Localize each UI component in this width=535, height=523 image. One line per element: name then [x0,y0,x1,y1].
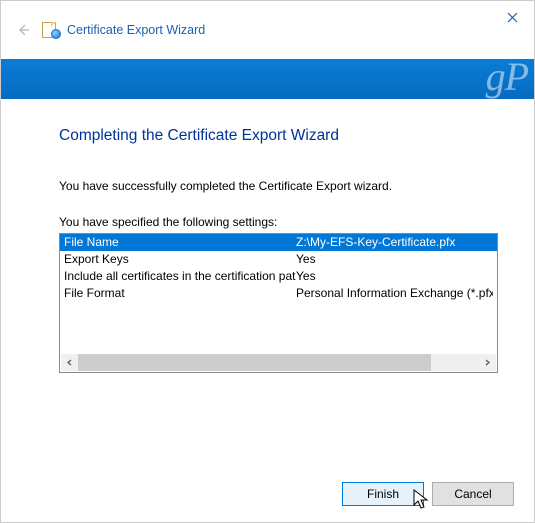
settings-key: File Name [64,234,296,251]
cancel-button[interactable]: Cancel [432,482,514,506]
button-row: Finish Cancel [342,482,514,506]
settings-grid: File Name Z:\My-EFS-Key-Certificate.pfx … [60,234,497,302]
scroll-left-icon[interactable] [61,354,78,371]
back-arrow-icon [13,20,33,40]
settings-key: Include all certificates in the certific… [64,268,296,285]
settings-key: File Format [64,285,296,302]
scroll-right-icon[interactable] [479,354,496,371]
settings-row[interactable]: Include all certificates in the certific… [60,268,497,285]
watermark-logo: gP [486,53,528,100]
settings-value: Z:\My-EFS-Key-Certificate.pfx [296,234,493,251]
horizontal-scrollbar[interactable] [61,354,496,371]
wizard-title: Certificate Export Wizard [67,23,205,37]
scrollbar-track[interactable] [78,354,479,371]
settings-value: Yes [296,268,493,285]
content-area: Completing the Certificate Export Wizard… [1,99,534,373]
settings-row[interactable]: Export Keys Yes [60,251,497,268]
settings-row[interactable]: File Name Z:\My-EFS-Key-Certificate.pfx [60,234,497,251]
settings-value: Personal Information Exchange (*.pfx) [296,285,493,302]
settings-key: Export Keys [64,251,296,268]
settings-row[interactable]: File Format Personal Information Exchang… [60,285,497,302]
close-icon[interactable] [492,3,532,31]
settings-label: You have specified the following setting… [59,215,498,229]
wizard-header: Certificate Export Wizard [1,1,534,59]
page-heading: Completing the Certificate Export Wizard [59,127,498,145]
settings-value: Yes [296,251,493,268]
page-description: You have successfully completed the Cert… [59,179,498,193]
header-band: gP [1,59,534,99]
wizard-icon [41,20,61,40]
scrollbar-thumb[interactable] [78,354,431,371]
finish-button[interactable]: Finish [342,482,424,506]
settings-listbox[interactable]: File Name Z:\My-EFS-Key-Certificate.pfx … [59,233,498,373]
